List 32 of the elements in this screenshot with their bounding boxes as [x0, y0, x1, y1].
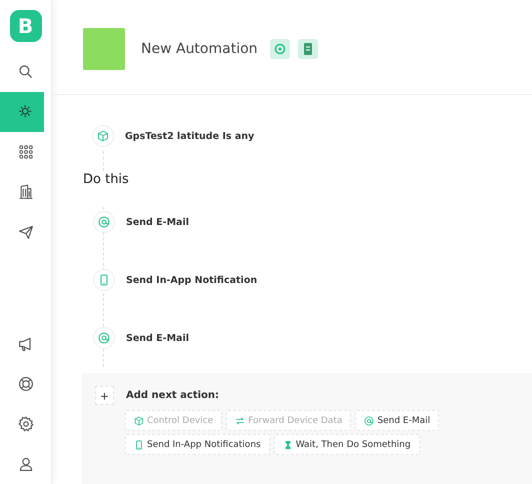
- action-label: Send E-Mail: [126, 216, 189, 228]
- document-button[interactable]: [298, 39, 318, 59]
- lifebuoy-icon: [18, 376, 34, 392]
- trigger-label: GpsTest2 latitude Is any: [125, 130, 254, 142]
- add-action-label: Add next action:: [126, 390, 220, 401]
- add-button[interactable]: +: [95, 386, 114, 405]
- phone-icon: [98, 274, 110, 286]
- automation-title: New Automation: [141, 41, 258, 57]
- at-icon: [98, 216, 110, 228]
- megaphone-icon: [18, 336, 34, 352]
- automation-thumbnail[interactable]: [83, 28, 125, 70]
- hourglass-icon: [282, 440, 293, 450]
- swap-arrows-icon: [235, 416, 246, 426]
- sun-icon: [18, 104, 34, 120]
- action-label: Send In-App Notification: [126, 274, 258, 286]
- action-option[interactable]: Wait, Then Do Something: [274, 434, 420, 455]
- cube-icon: [134, 416, 144, 426]
- paper-plane-icon: [18, 224, 34, 240]
- action-option[interactable]: Send E-Mail: [355, 410, 440, 431]
- search-icon: [18, 64, 34, 80]
- action-option[interactable]: Send In-App Notifications: [125, 434, 270, 455]
- action-label: Send E-Mail: [126, 332, 189, 344]
- cube-icon: [97, 130, 109, 142]
- at-icon: [364, 416, 374, 426]
- grid-icon: [18, 144, 34, 160]
- phone-icon: [134, 440, 144, 450]
- user-icon: [18, 456, 34, 472]
- settings-icon: [18, 416, 34, 432]
- gear-icon: [272, 41, 288, 57]
- at-icon: [98, 332, 110, 344]
- section-heading: Do this: [83, 171, 130, 189]
- building-icon: [18, 184, 34, 200]
